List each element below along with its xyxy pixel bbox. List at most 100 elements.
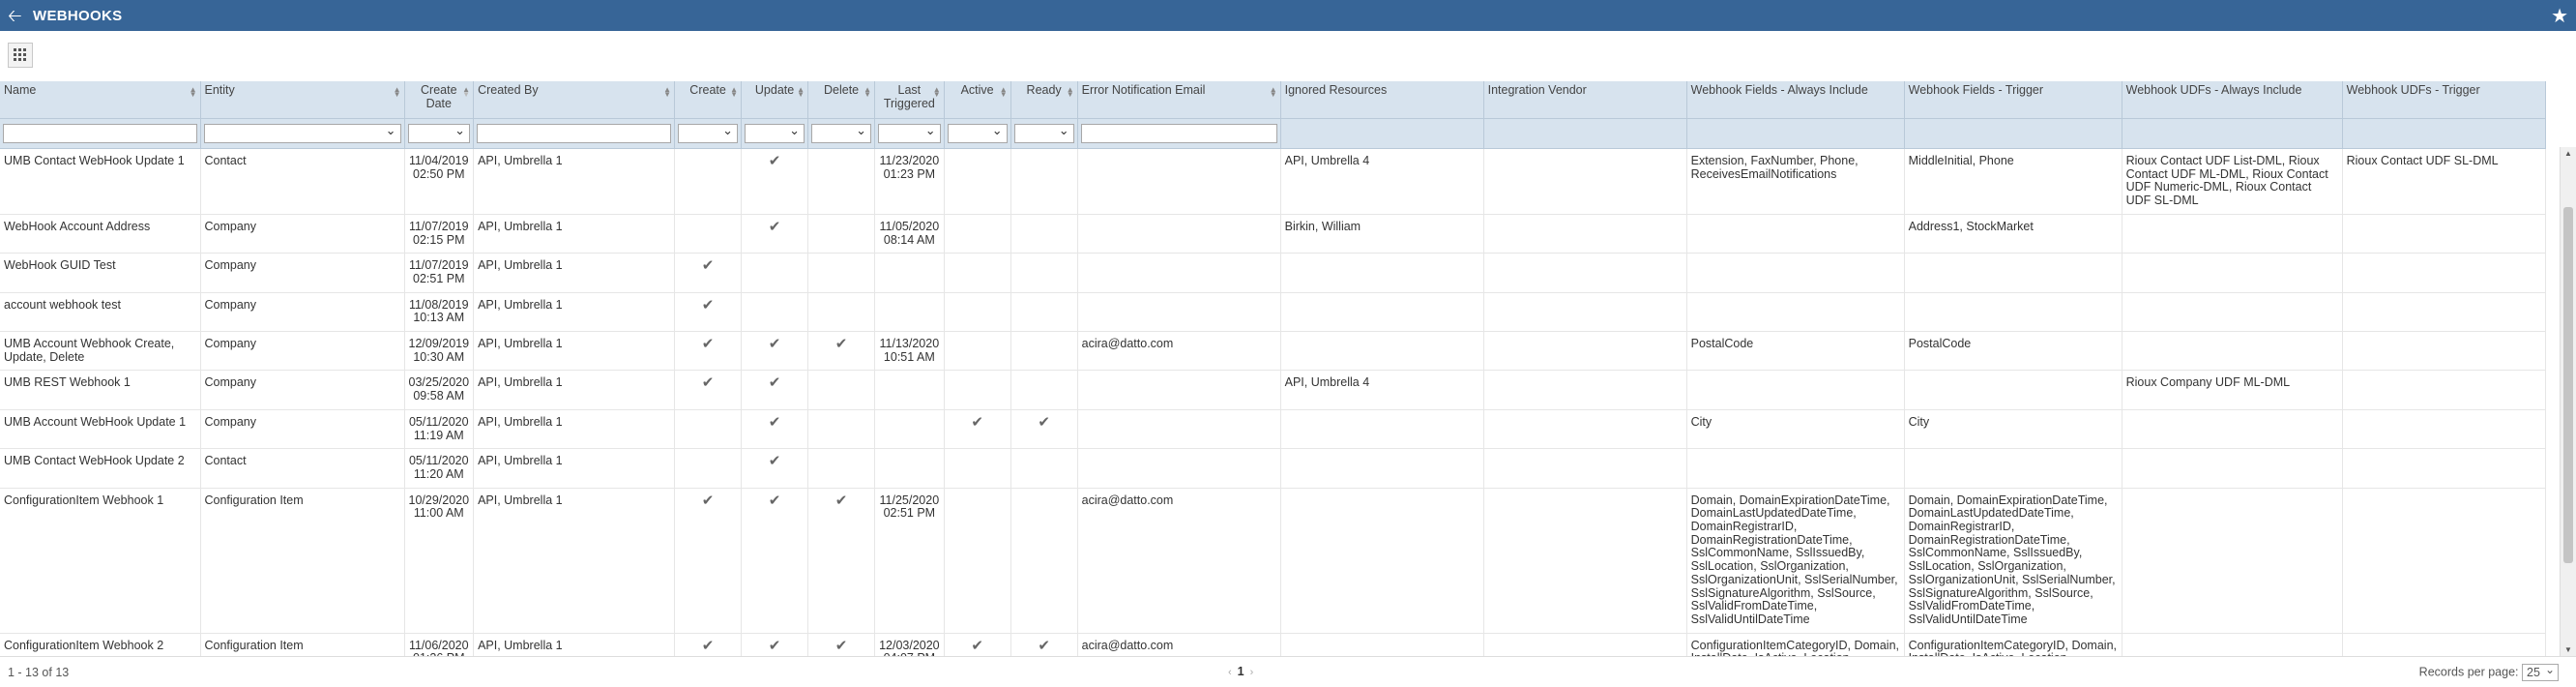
- scroll-up-icon[interactable]: ▲: [2564, 149, 2572, 158]
- sort-icon[interactable]: ▲ ▼: [933, 86, 941, 99]
- next-page-icon[interactable]: ›: [1250, 667, 1254, 678]
- filter-input[interactable]: [477, 124, 672, 143]
- filter-select[interactable]: [203, 123, 401, 143]
- ignored-cell: [1280, 633, 1484, 656]
- table-row[interactable]: UMB Account Webhook Create, Update, Dele…: [0, 331, 2546, 372]
- sort-icon[interactable]: ▲ ▼: [730, 86, 738, 99]
- filter-select[interactable]: [745, 123, 805, 143]
- scrollbar-thumb[interactable]: [2563, 207, 2573, 563]
- date-text: 11/08/2019: [408, 297, 469, 312]
- sort-icon[interactable]: ▲ ▼: [663, 86, 671, 99]
- sort-icon[interactable]: ▲ ▼: [1270, 86, 1277, 99]
- table-row[interactable]: WebHook GUID Test Company 11/07/2019 02:51 …: [0, 253, 2546, 293]
- email-cell: [1077, 148, 1281, 215]
- table-row[interactable]: account webhook test Company 11/08/2019 10:…: [0, 292, 2546, 333]
- email-cell: [1077, 370, 1281, 410]
- filter-cell: [944, 118, 1011, 149]
- column-header-label: Create Date: [421, 83, 457, 110]
- column-header[interactable]: Last Triggered ▲ ▼: [874, 81, 945, 119]
- filter-cell: [807, 118, 876, 149]
- column-header[interactable]: Error Notification Email ▲ ▼: [1077, 81, 1281, 119]
- column-header[interactable]: Create ▲ ▼: [674, 81, 743, 119]
- created-by-cell: API, Umbrella 1: [473, 292, 676, 333]
- sort-icon[interactable]: ▲ ▼: [1067, 86, 1074, 99]
- email-cell: [1077, 253, 1281, 293]
- email-cell: [1077, 214, 1281, 254]
- checkmark-icon: ✔: [701, 257, 715, 275]
- ready-cell: [1010, 214, 1078, 254]
- create-date-cell: 10/29/2020 11:00 AM: [404, 488, 475, 634]
- sort-ascending-icon[interactable]: ▲ ▼: [462, 86, 470, 99]
- scroll-down-icon[interactable]: ▼: [2564, 645, 2572, 654]
- filter-input[interactable]: [3, 124, 197, 143]
- update-cell: ✔: [741, 633, 809, 656]
- ready-cell: ✔: [1010, 633, 1078, 656]
- last-triggered-cell: [874, 292, 945, 333]
- update-cell: ✔: [741, 448, 809, 489]
- udfs-trigger-cell: [2342, 253, 2546, 293]
- filter-select[interactable]: [407, 123, 471, 143]
- ready-cell: [1010, 488, 1078, 634]
- udfs-trigger-cell: [2342, 409, 2546, 450]
- table-row[interactable]: UMB Contact WebHook Update 2 Contact 05/11…: [0, 448, 2546, 489]
- column-header[interactable]: Webhook Fields - Always Include: [1686, 81, 1905, 119]
- table-row[interactable]: ConfigurationItem Webhook 1 Configuration…: [0, 488, 2546, 634]
- filter-select[interactable]: [1013, 123, 1074, 143]
- column-header[interactable]: Ignored Resources: [1280, 81, 1484, 119]
- column-header[interactable]: Name ▲ ▼: [0, 81, 201, 119]
- current-page[interactable]: 1: [1232, 665, 1250, 678]
- star-icon[interactable]: ★: [2551, 4, 2568, 28]
- column-header[interactable]: Active ▲ ▼: [944, 81, 1011, 119]
- column-header[interactable]: Ready ▲ ▼: [1010, 81, 1078, 119]
- filter-input[interactable]: [1080, 124, 1277, 143]
- vertical-scrollbar[interactable]: ▲ ▼: [2560, 147, 2576, 656]
- create-cell: ✔: [674, 370, 743, 410]
- name-cell: UMB Contact WebHook Update 1: [0, 148, 201, 215]
- column-header[interactable]: Delete ▲ ▼: [807, 81, 876, 119]
- column-header[interactable]: Create Date ▲ ▼: [404, 81, 475, 119]
- filter-select[interactable]: [878, 123, 941, 143]
- table-row[interactable]: ConfigurationItem Webhook 2 Configuration…: [0, 633, 2546, 656]
- date-text: 10/29/2020: [408, 493, 470, 507]
- column-header[interactable]: Webhook UDFs - Always Include: [2122, 81, 2343, 119]
- checkmark-icon: ✔: [768, 218, 781, 235]
- update-cell: [741, 253, 809, 293]
- delete-cell: ✔: [807, 331, 876, 372]
- table-row[interactable]: WebHook Account Address Company 11/07/2019…: [0, 214, 2546, 254]
- grid-icon[interactable]: [8, 43, 33, 68]
- email-cell: [1077, 448, 1281, 489]
- entity-cell: Configuration Item: [200, 633, 405, 656]
- checkmark-icon: ✔: [768, 413, 781, 431]
- sort-icon[interactable]: ▲ ▼: [864, 86, 871, 99]
- filter-select[interactable]: [811, 123, 872, 143]
- udfs-always-cell: [2122, 488, 2343, 634]
- sort-icon[interactable]: ▲ ▼: [394, 86, 401, 99]
- arrow-left-icon[interactable]: 🡠: [8, 6, 22, 25]
- create-cell: [674, 448, 743, 489]
- sort-icon[interactable]: ▲ ▼: [797, 86, 805, 99]
- records-per-page-select[interactable]: 25: [2522, 662, 2559, 681]
- column-header[interactable]: Webhook UDFs - Trigger: [2342, 81, 2546, 119]
- sort-icon[interactable]: ▲ ▼: [190, 86, 197, 99]
- filter-select[interactable]: [678, 123, 739, 143]
- sort-icon[interactable]: ▲ ▼: [1000, 86, 1008, 99]
- column-header[interactable]: Update ▲ ▼: [741, 81, 809, 119]
- filter-cell: [2122, 118, 2343, 149]
- table-row[interactable]: UMB Account WebHook Update 1 Company 05/11…: [0, 409, 2546, 450]
- fields-trigger-cell: [1904, 448, 2122, 489]
- column-header-label: Entity: [204, 83, 235, 97]
- table-row[interactable]: UMB Contact WebHook Update 1 Contact 11/04…: [0, 148, 2546, 215]
- fields-always-cell: [1686, 370, 1905, 410]
- filter-select[interactable]: [947, 123, 1008, 143]
- column-header[interactable]: Webhook Fields - Trigger: [1904, 81, 2122, 119]
- column-header[interactable]: Entity ▲ ▼: [200, 81, 405, 119]
- ready-cell: [1010, 370, 1078, 410]
- delete-cell: [807, 148, 876, 215]
- time-text: 09:58 AM: [413, 389, 465, 403]
- create-date-cell: 11/07/2019 02:51 PM: [404, 253, 475, 293]
- table-row[interactable]: UMB REST Webhook 1 Company 03/25/2020 09:58…: [0, 370, 2546, 410]
- udfs-always-cell: [2122, 331, 2343, 372]
- column-header[interactable]: Created By ▲ ▼: [473, 81, 676, 119]
- column-header[interactable]: Integration Vendor: [1483, 81, 1687, 119]
- checkmark-icon: ✔: [834, 492, 848, 509]
